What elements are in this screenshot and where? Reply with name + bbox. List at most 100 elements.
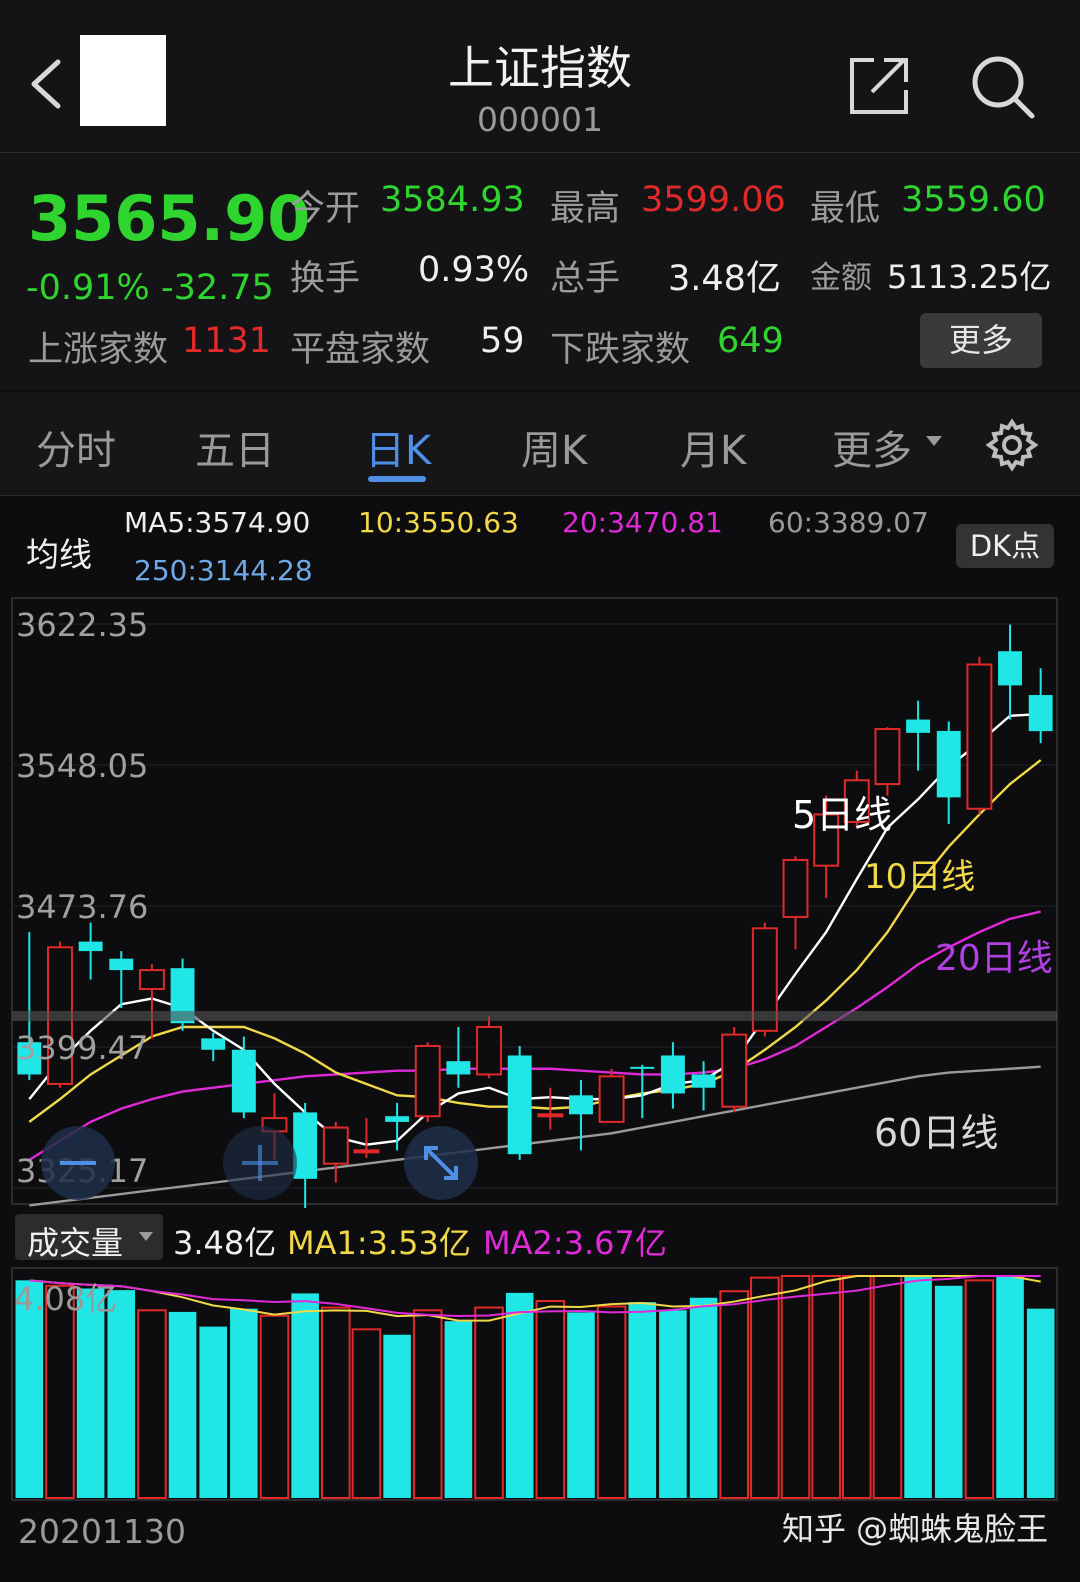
volume-bar [719,1290,749,1500]
candle [1028,668,1053,744]
volume-bar [412,1309,443,1499]
watermark: 知乎 @蜘蛛鬼脸王 [782,1510,1049,1548]
ma20-annotation: 20日线 [935,938,1053,979]
zoom-in-button[interactable] [223,1126,297,1200]
amount-label: 金额 [810,260,872,296]
candle [507,1045,532,1160]
candle [446,1027,471,1088]
volume-bar [351,1328,382,1499]
volume-bar [259,1314,290,1500]
indicator-selector-label: 成交量 [27,1224,124,1262]
volume-bar [567,1312,595,1498]
y-tick-label: 3399.47 [16,1029,148,1067]
volume-bar [199,1326,227,1498]
candle [966,656,993,815]
ma60-annotation: 60日线 [874,1111,998,1155]
volume-bar [505,1292,534,1498]
candle [293,1102,318,1208]
open-label: 今开 [290,189,361,229]
volume-bar [659,1310,687,1498]
volume-chart[interactable]: 4.08亿 [0,1266,1080,1502]
candle [414,1042,441,1122]
volume-bar [1026,1308,1055,1498]
volume-bar [535,1300,566,1499]
start-date-label: 20201130 [18,1512,186,1551]
candle [998,624,1022,720]
ma10-value: 10:3550.63 [358,506,519,539]
flat-count-label: 平盘家数 [290,330,431,370]
settings-gear-icon[interactable] [985,418,1039,472]
ma10-annotation: 10日线 [864,857,975,897]
volume-bar [628,1302,657,1498]
tab-daily-k[interactable]: 日K [365,418,431,476]
candle [109,951,134,1009]
candle [598,1068,625,1123]
volume-bar [168,1311,197,1498]
volume-ma2: MA2:3.67亿 [483,1224,667,1262]
y-tick-label: 3622.35 [16,606,148,644]
share-icon[interactable] [848,56,910,116]
ma5-value: MA5:3574.90 [124,506,311,539]
up-count-value: 1131 [182,321,272,361]
highlight-band [12,1011,1057,1021]
turnover-value: 0.93% [418,250,530,290]
current-volume: 3.48亿 [173,1224,277,1262]
candle [385,1102,410,1151]
candle [874,727,901,796]
volume-bar [689,1297,718,1498]
high-value: 3599.06 [641,180,786,220]
tab-five-day[interactable]: 五日 [195,418,275,476]
candle [691,1061,716,1111]
volume-value: 3.48亿 [668,259,781,299]
volume-bar [904,1276,932,1498]
volume-bar [291,1293,319,1498]
ma60-value: 60:3389.07 [768,506,929,539]
down-count-value: 649 [717,321,784,361]
candle [936,721,961,824]
ma-label: 均线 [26,535,92,574]
candlestick-chart[interactable]: 3622.353548.053473.763399.473325.17 5日线 … [0,596,1080,1208]
tab-monthly-k[interactable]: 月K [680,418,746,476]
volume-bar [596,1305,627,1500]
tab-more[interactable]: 更多 [832,418,912,476]
candle [660,1042,685,1109]
volume-bar [996,1276,1024,1498]
zoom-out-button[interactable] [41,1126,115,1200]
volume-bar [230,1308,258,1498]
candle [353,1118,380,1158]
volume-bar [444,1321,473,1498]
down-count-label: 下跌家数 [550,330,691,370]
volume-bar [383,1334,411,1498]
y-tick-label: 3473.76 [16,888,148,926]
stock-code: 000001 [477,100,603,139]
amount-value: 5113.25亿 [887,258,1052,296]
high-label: 最高 [550,189,621,229]
low-value: 3559.60 [901,180,1046,220]
low-label: 最低 [810,189,881,229]
active-tab-indicator [368,476,426,482]
volume-bar [321,1306,351,1499]
volume-bar [842,1275,872,1499]
candle [322,1121,349,1183]
flat-count-value: 59 [480,321,525,361]
up-count-label: 上涨家数 [28,330,169,370]
search-icon[interactable] [970,54,1036,120]
tab-weekly-k[interactable]: 周K [521,418,587,476]
price-change: -0.91% -32.75 [26,268,274,308]
candle [906,700,931,771]
open-value: 3584.93 [380,180,525,220]
selector-caret-icon [139,1232,153,1241]
page-title: 上证指数 [448,41,632,95]
fullscreen-button[interactable] [404,1126,478,1200]
candle [231,1036,256,1119]
candle [782,856,809,950]
more-button[interactable]: 更多 [920,313,1042,368]
last-price: 3565.90 [28,182,311,255]
ma250-value: 250:3144.28 [134,554,313,587]
dk-point-button[interactable]: DK点 [956,524,1054,568]
tab-intraday[interactable]: 分时 [36,418,116,476]
volume-bar [107,1290,136,1498]
turnover-label: 换手 [290,259,361,299]
volume-bar [780,1275,811,1499]
y-tick-label: 3548.05 [16,747,148,785]
